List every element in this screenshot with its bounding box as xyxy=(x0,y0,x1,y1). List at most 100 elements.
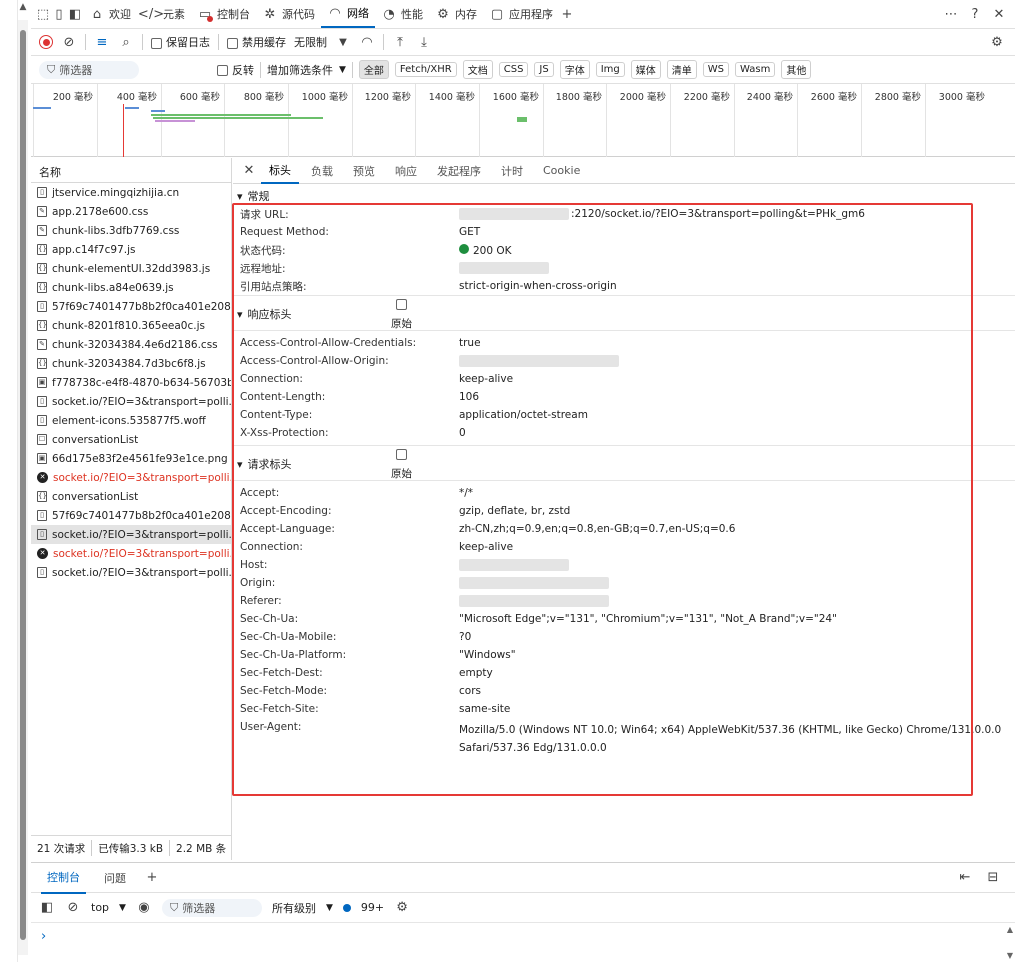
tab-console[interactable]: ▭ 控制台 xyxy=(191,0,256,28)
header-value[interactable] xyxy=(459,262,549,274)
tab-performance[interactable]: ◔ 性能 xyxy=(375,0,429,28)
type-filter-font[interactable]: 字体 xyxy=(559,60,590,79)
section-toggle[interactable]: ▾ 请求标头 xyxy=(233,455,292,473)
tab-preview[interactable]: 预览 xyxy=(345,159,383,183)
tab-payload[interactable]: 负载 xyxy=(303,159,341,183)
inspect-icon[interactable]: ⬚ xyxy=(35,6,51,22)
header-value[interactable]: same-site xyxy=(459,703,510,715)
sidebar-toggle-icon[interactable]: ◧ xyxy=(39,900,55,916)
invert-checkbox[interactable]: 反转 xyxy=(217,62,254,78)
clear-console-icon[interactable]: ⊘ xyxy=(65,900,81,916)
request-row[interactable]: {} chunk-32034384.7d3bc6f8.js xyxy=(31,354,231,373)
request-row[interactable]: ▯ socket.io/?EIO=3&transport=polli... xyxy=(31,525,231,544)
search-icon[interactable]: ⌕ xyxy=(118,34,134,50)
help-icon[interactable]: ? xyxy=(967,6,983,22)
scrollbar-thumb[interactable] xyxy=(20,30,26,940)
type-filter-ws[interactable]: WS xyxy=(702,62,730,77)
console-prompt-icon[interactable]: › xyxy=(31,923,1015,950)
throttle-select[interactable]: 无限制 xyxy=(294,34,327,50)
request-row[interactable]: ▣ f778738c-e4f8-4870-b634-56703b... xyxy=(31,373,231,392)
header-value[interactable]: 106 xyxy=(459,391,479,403)
request-row[interactable]: ✎ chunk-libs.3dfb7769.css xyxy=(31,221,231,240)
add-tab-icon[interactable]: + xyxy=(144,870,160,886)
request-row[interactable]: ▯ socket.io/?EIO=3&transport=polli... xyxy=(31,392,231,411)
drawer-tab-console[interactable]: 控制台 xyxy=(41,862,86,894)
header-value[interactable]: gzip, deflate, br, zstd xyxy=(459,505,570,517)
checkbox-box[interactable] xyxy=(151,37,162,49)
tab-response[interactable]: 响应 xyxy=(387,159,425,183)
issues-count[interactable]: 99+ xyxy=(361,901,384,914)
type-filter-manifest[interactable]: 清单 xyxy=(666,60,697,79)
header-value[interactable]: GET xyxy=(459,226,480,238)
preserve-log-checkbox[interactable]: 保留日志 xyxy=(151,34,210,50)
tab-memory[interactable]: ⚙ 内存 xyxy=(429,0,483,28)
header-value[interactable]: 0 xyxy=(459,427,466,439)
type-filter-img[interactable]: Img xyxy=(595,62,625,77)
scroll-up-arrow-icon[interactable]: ▲ xyxy=(18,2,28,18)
request-row[interactable]: ✕ socket.io/?EIO=3&transport=polli... xyxy=(31,468,231,487)
request-row[interactable]: {} chunk-elementUI.32dd3983.js xyxy=(31,259,231,278)
request-row[interactable]: ✎ chunk-32034384.4e6d2186.css xyxy=(31,335,231,354)
type-filter-xhr[interactable]: Fetch/XHR xyxy=(394,62,457,77)
header-value[interactable]: application/octet-stream xyxy=(459,409,588,421)
request-row[interactable]: {} chunk-8201f810.365eea0c.js xyxy=(31,316,231,335)
header-value[interactable] xyxy=(459,559,569,571)
type-filter-css[interactable]: CSS xyxy=(498,62,529,77)
drawer-scroll-up-icon[interactable]: ▲ xyxy=(1007,925,1013,934)
tab-timing[interactable]: 计时 xyxy=(493,159,531,183)
import-har-icon[interactable]: ⤒ xyxy=(392,34,408,50)
drawer-scroll-down-icon[interactable]: ▼ xyxy=(1007,951,1013,960)
disable-cache-checkbox[interactable]: 禁用缓存 xyxy=(227,34,286,50)
name-column-header[interactable]: 名称 xyxy=(31,158,231,183)
type-filter-wasm[interactable]: Wasm xyxy=(735,62,776,77)
request-row[interactable]: ▯ element-icons.535877f5.woff xyxy=(31,411,231,430)
console-settings-gear-icon[interactable]: ⚙ xyxy=(394,900,410,916)
request-row[interactable]: ▣ 66d175e83f2e4561fe93e1ce.png xyxy=(31,449,231,468)
header-value[interactable]: :2120/socket.io/?EIO=3&transport=polling… xyxy=(459,208,865,220)
header-value[interactable] xyxy=(459,595,609,607)
timeline-overview[interactable]: 200 毫秒 400 毫秒 600 毫秒 800 毫秒 1000 毫秒 1200… xyxy=(31,84,1015,157)
header-value[interactable]: empty xyxy=(459,667,493,679)
general-section-header[interactable]: ▾ 常规 xyxy=(233,187,1015,205)
request-row[interactable]: {} conversationList xyxy=(31,487,231,506)
tab-cookies[interactable]: Cookie xyxy=(535,160,588,181)
header-value[interactable]: keep-alive xyxy=(459,541,513,553)
header-value[interactable]: ?0 xyxy=(459,631,471,643)
header-value[interactable]: 200 OK xyxy=(459,243,512,257)
type-filter-media[interactable]: 媒体 xyxy=(630,60,661,79)
more-icon[interactable]: ⋯ xyxy=(943,6,959,22)
request-row[interactable]: ▯ jtservice.mingqizhijia.cn xyxy=(31,183,231,202)
checkbox-box[interactable] xyxy=(217,65,228,76)
chevron-down-icon[interactable]: ▼ xyxy=(335,34,351,50)
close-detail-icon[interactable]: ✕ xyxy=(241,163,257,179)
dock-icon[interactable]: ◧ xyxy=(67,6,83,22)
header-value[interactable]: true xyxy=(459,337,481,349)
raw-checkbox[interactable] xyxy=(396,299,407,310)
more-filters-dropdown[interactable]: 增加筛选条件 xyxy=(267,62,333,78)
chevron-down-icon[interactable]: ▼ xyxy=(339,65,346,75)
network-conditions-icon[interactable]: ◠ xyxy=(359,34,375,50)
header-value[interactable]: zh-CN,zh;q=0.9,en;q=0.8,en-GB;q=0.7,en-U… xyxy=(459,523,735,535)
record-icon[interactable] xyxy=(39,35,53,49)
export-har-icon[interactable]: ⤓ xyxy=(416,34,432,50)
header-value[interactable]: "Microsoft Edge";v="131", "Chromium";v="… xyxy=(459,613,837,625)
tab-elements[interactable]: </> 元素 xyxy=(137,0,191,28)
request-headers-header[interactable]: ▾ 请求标头 原始 xyxy=(233,445,1015,481)
request-row[interactable]: ▯ 57f69c7401477b8b2f0ca401e2082... xyxy=(31,297,231,316)
header-value[interactable] xyxy=(459,355,619,367)
context-selector[interactable]: top xyxy=(91,901,109,914)
header-value[interactable]: Mozilla/5.0 (Windows NT 10.0; Win64; x64… xyxy=(459,721,1001,757)
tab-network[interactable]: ◠ 网络 xyxy=(321,0,375,28)
type-filter-all[interactable]: 全部 xyxy=(358,60,389,79)
header-value[interactable] xyxy=(459,577,609,589)
chevron-down-icon[interactable]: ▼ xyxy=(326,903,333,913)
device-toggle-icon[interactable]: ▯ xyxy=(51,6,67,22)
checkbox-box[interactable] xyxy=(227,37,238,49)
request-row[interactable]: ✕ socket.io/?EIO=3&transport=polli... xyxy=(31,544,231,563)
header-value[interactable]: cors xyxy=(459,685,481,697)
levels-dropdown[interactable]: 所有级别 xyxy=(272,900,316,916)
request-row[interactable]: ▯ socket.io/?EIO=3&transport=polli... xyxy=(31,563,231,582)
response-headers-header[interactable]: ▾ 响应标头 原始 xyxy=(233,295,1015,331)
expand-drawer-icon[interactable]: ⊟ xyxy=(985,870,1001,886)
settings-gear-icon[interactable]: ⚙ xyxy=(989,34,1005,50)
